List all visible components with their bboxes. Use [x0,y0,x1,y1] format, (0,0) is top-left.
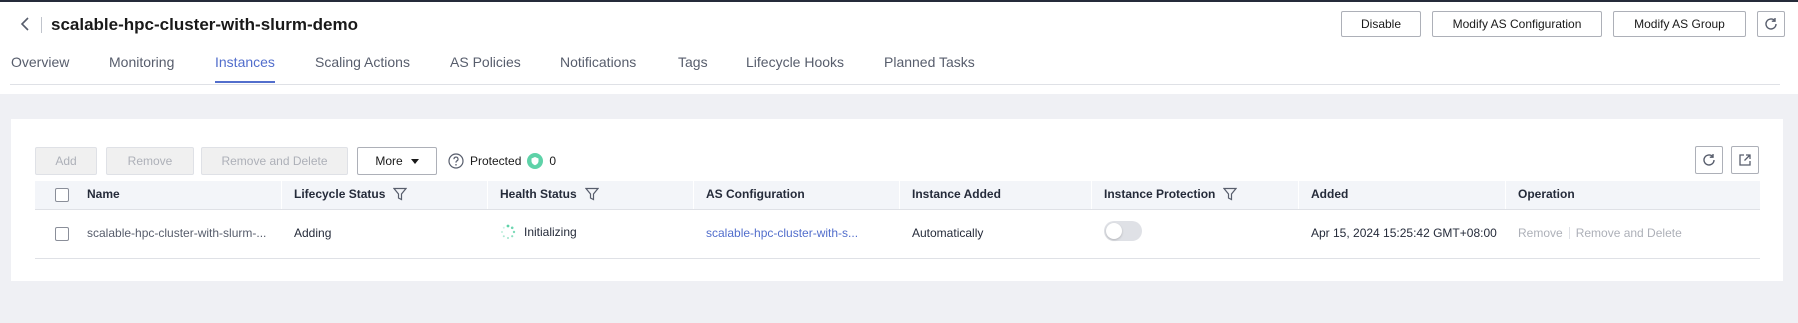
title-divider [41,17,42,33]
col-as-configuration: AS Configuration [706,187,805,201]
added-time: Apr 15, 2024 15:25:42 GMT+08:00 [1311,226,1497,240]
help-circle-icon[interactable] [448,153,464,169]
col-health-label: Health Status [500,187,577,201]
col-instance-added: Instance Added [912,187,1001,201]
instance-added-method: Automatically [912,226,984,240]
row-operations: Remove Remove and Delete [1518,226,1682,240]
table-refresh-button[interactable] [1695,146,1723,174]
col-health-status: Health Status [500,187,599,201]
row-remove-and-delete-link[interactable]: Remove and Delete [1576,226,1682,240]
col-name-label: Name [87,187,120,201]
more-label: More [375,154,403,168]
col-added: Added [1311,187,1348,201]
export-icon [1739,154,1751,166]
modify-as-group-button[interactable]: Modify AS Group [1613,11,1746,37]
tab-monitoring[interactable]: Monitoring [109,54,174,70]
chevron-left-icon [20,17,29,31]
health-status: Initializing [500,224,577,240]
col-name: Name [87,187,120,201]
as-configuration-link[interactable]: scalable-hpc-cluster-with-s... [706,226,858,240]
col-protection-label: Instance Protection [1104,187,1216,201]
tab-lifecycle-hooks[interactable]: Lifecycle Hooks [746,54,844,70]
col-operation-label: Operation [1518,187,1575,201]
remove-and-delete-button[interactable]: Remove and Delete [201,147,348,175]
col-added-label: Added [1311,187,1349,201]
back-button[interactable] [14,12,38,36]
column-divider [1298,181,1299,209]
caret-down-icon [410,158,419,164]
instance-protection-toggle[interactable] [1104,221,1142,241]
tab-tags[interactable]: Tags [678,54,708,70]
active-tab-indicator [215,81,275,83]
filter-icon[interactable] [584,187,599,201]
tab-planned-tasks[interactable]: Planned Tasks [884,54,975,70]
operation-divider [1568,227,1570,239]
col-lifecycle-label: Lifecycle Status [294,187,386,201]
col-operation: Operation [1518,187,1575,201]
shield-icon [527,153,544,169]
tab-notifications[interactable]: Notifications [560,54,636,70]
col-instance-added-label: Instance Added [912,187,1001,201]
column-divider [487,181,488,209]
health-status-label: Initializing [524,225,577,239]
protected-summary: Protected 0 [448,153,556,169]
tab-as-policies[interactable]: AS Policies [450,54,521,70]
modify-as-configuration-button[interactable]: Modify AS Configuration [1432,11,1602,37]
more-dropdown[interactable]: More [357,147,437,175]
refresh-icon [1703,154,1715,166]
tab-bar: Overview Monitoring Instances Scaling Ac… [0,44,1798,85]
remove-button[interactable]: Remove [106,147,194,175]
table-row: scalable-hpc-cluster-with-slurm-... Addi… [35,210,1760,259]
page-header: scalable-hpc-cluster-with-slurm-demo Dis… [0,2,1798,94]
col-lifecycle-status: Lifecycle Status [294,187,408,201]
refresh-icon [1765,18,1777,30]
column-divider [1091,181,1092,209]
column-divider [899,181,900,209]
add-button[interactable]: Add [35,147,97,175]
instance-name[interactable]: scalable-hpc-cluster-with-slurm-... [87,226,266,240]
column-divider [693,181,694,209]
disable-button[interactable]: Disable [1341,11,1421,37]
tab-scaling-actions[interactable]: Scaling Actions [315,54,410,70]
tab-overview[interactable]: Overview [11,54,69,70]
col-config-label: AS Configuration [706,187,805,201]
instances-card: Add Remove Remove and Delete More Protec… [11,119,1783,281]
column-divider [1505,181,1506,209]
protected-count: 0 [549,154,557,168]
tab-instances[interactable]: Instances [215,54,275,70]
spinner-icon [501,224,516,239]
col-instance-protection: Instance Protection [1104,187,1238,201]
lifecycle-status: Adding [294,226,332,240]
row-remove-link[interactable]: Remove [1518,226,1563,240]
export-button[interactable] [1731,146,1759,174]
protected-label: Protected [470,154,522,168]
page-title: scalable-hpc-cluster-with-slurm-demo [51,15,359,34]
toggle-knob [1106,223,1122,239]
row-checkbox[interactable] [55,227,69,241]
filter-icon[interactable] [1223,187,1238,201]
column-divider [281,181,282,209]
select-all-checkbox[interactable] [55,188,69,202]
tabs-divider [10,84,1780,85]
header-refresh-button[interactable] [1757,11,1785,37]
table-header: Name Lifecycle Status Health Status AS C… [35,181,1760,210]
filter-icon[interactable] [393,187,408,201]
